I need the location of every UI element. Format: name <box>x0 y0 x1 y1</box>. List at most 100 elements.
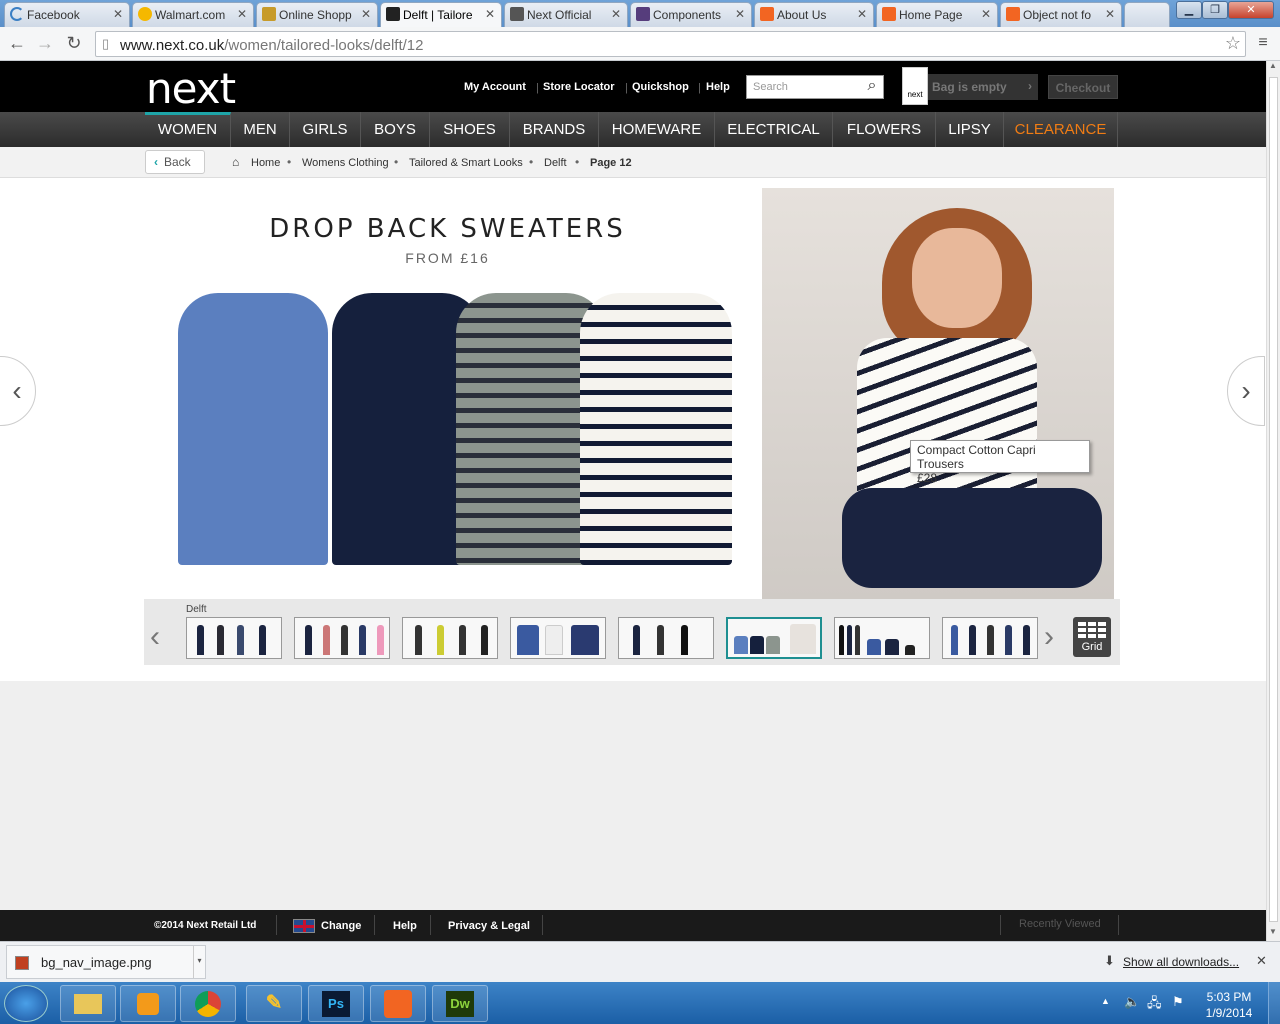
loading-spinner-icon <box>10 7 24 21</box>
start-button[interactable] <box>4 985 48 1022</box>
close-window-icon[interactable]: ✕ <box>1228 1 1274 19</box>
show-desktop-button[interactable] <box>1268 982 1280 1024</box>
clock-time: 5:03 PM <box>1206 990 1252 1004</box>
bag-status-button[interactable]: Bag is empty › <box>928 74 1038 100</box>
help-link[interactable]: Help <box>706 81 730 93</box>
thumbnail-6-selected[interactable] <box>726 617 822 659</box>
hero-promo-image[interactable]: DROP BACK SWEATERS FROM £16 <box>150 188 762 599</box>
tab-close-icon[interactable]: ✕ <box>857 7 867 21</box>
nav-lipsy[interactable]: LIPSY <box>936 112 1004 147</box>
uk-flag-icon[interactable] <box>293 919 315 933</box>
scroll-down-icon[interactable]: ▼ <box>1269 927 1277 936</box>
nav-clearance[interactable]: CLEARANCE <box>1004 112 1118 147</box>
restore-icon[interactable]: ❐ <box>1202 1 1228 19</box>
photoshop-icon[interactable]: Ps <box>308 985 364 1022</box>
nav-boys[interactable]: BOYS <box>361 112 430 147</box>
tab-title: About Us <box>777 8 827 22</box>
tab-next-official[interactable]: Next Official ✕ <box>504 2 628 27</box>
nav-women[interactable]: WOMEN <box>145 112 231 147</box>
tab-walmart[interactable]: Walmart.com ✕ <box>132 2 254 27</box>
model-photo[interactable] <box>762 188 1114 599</box>
action-center-flag-icon[interactable]: ⚑ <box>1172 994 1184 1010</box>
close-downloads-icon[interactable]: ✕ <box>1256 953 1267 969</box>
tab-facebook[interactable]: Facebook ✕ <box>4 2 130 27</box>
nav-flowers[interactable]: FLOWERS <box>833 112 936 147</box>
tab-delft[interactable]: Delft | Tailore ✕ <box>380 2 502 27</box>
next-slide-button[interactable]: › <box>1227 356 1265 426</box>
tab-close-icon[interactable]: ✕ <box>361 7 371 21</box>
footer-help-link[interactable]: Help <box>393 920 417 932</box>
show-all-downloads-link[interactable]: Show all downloads... <box>1123 955 1239 969</box>
back-button[interactable]: ‹ Back <box>145 150 205 174</box>
grid-view-button[interactable]: Grid <box>1073 617 1111 657</box>
breadcrumb-womens-clothing[interactable]: Womens Clothing <box>302 157 389 169</box>
tab-close-icon[interactable]: ✕ <box>1105 7 1115 21</box>
chrome-icon[interactable] <box>180 985 236 1022</box>
tab-close-icon[interactable]: ✕ <box>237 7 247 21</box>
checkout-button[interactable]: Checkout <box>1048 75 1118 99</box>
vertical-scrollbar[interactable]: ▲ ▼ <box>1266 61 1280 941</box>
tab-close-icon[interactable]: ✕ <box>113 7 123 21</box>
network-icon[interactable]: 🖧 <box>1147 994 1162 1016</box>
thumbnail-5[interactable] <box>618 617 714 659</box>
scroll-up-icon[interactable]: ▲ <box>1269 61 1277 70</box>
thumbnail-1[interactable] <box>186 617 282 659</box>
tab-close-icon[interactable]: ✕ <box>611 7 621 21</box>
tab-close-icon[interactable]: ✕ <box>735 7 745 21</box>
back-arrow-icon[interactable]: ← <box>6 32 28 54</box>
prev-slide-button[interactable]: ‹ <box>0 356 36 426</box>
recently-viewed-link[interactable]: Recently Viewed <box>1019 918 1101 930</box>
breadcrumb-tailored[interactable]: Tailored & Smart Looks <box>409 157 523 169</box>
reload-icon[interactable]: ↻ <box>63 32 85 54</box>
nav-homeware[interactable]: HOMEWARE <box>599 112 715 147</box>
address-bar[interactable]: ▯ www.next.co.uk/women/tailored-looks/de… <box>95 31 1246 57</box>
thumbnail-8[interactable] <box>942 617 1038 659</box>
thumbnail-2[interactable] <box>294 617 390 659</box>
notepad-plus-icon[interactable]: ✎ <box>246 985 302 1022</box>
show-hidden-icons-icon[interactable]: ▲ <box>1101 996 1110 1006</box>
store-locator-link[interactable]: Store Locator <box>543 81 615 93</box>
thumbnail-3[interactable] <box>402 617 498 659</box>
tab-online-shopping[interactable]: Online Shopp ✕ <box>256 2 378 27</box>
search-icon[interactable]: ⌕ <box>862 77 882 97</box>
download-item[interactable]: bg_nav_image.png ▾ <box>6 945 206 979</box>
file-explorer-icon[interactable] <box>60 985 116 1022</box>
tab-close-icon[interactable]: ✕ <box>485 7 495 21</box>
home-icon[interactable]: ⌂ <box>232 155 239 169</box>
bookmark-star-icon[interactable]: ☆ <box>1225 33 1241 54</box>
nav-men[interactable]: MEN <box>231 112 290 147</box>
change-country-link[interactable]: Change <box>321 920 361 932</box>
tab-components[interactable]: Components ✕ <box>630 2 752 27</box>
breadcrumb-delft[interactable]: Delft <box>544 157 567 169</box>
chrome-menu-icon[interactable]: ≡ <box>1252 32 1274 54</box>
my-account-link[interactable]: My Account <box>464 81 526 93</box>
thumbnail-4[interactable] <box>510 617 606 659</box>
tab-about-us[interactable]: About Us ✕ <box>754 2 874 27</box>
tab-home-page[interactable]: Home Page ✕ <box>876 2 998 27</box>
carousel-next-icon[interactable]: › <box>1044 620 1054 654</box>
volume-icon[interactable]: 🔈 <box>1124 994 1140 1010</box>
nav-brands[interactable]: BRANDS <box>510 112 599 147</box>
nav-shoes[interactable]: SHOES <box>430 112 510 147</box>
download-options-icon[interactable]: ▾ <box>193 946 205 978</box>
system-clock[interactable]: 5:03 PM 1/9/2014 <box>1194 989 1264 1021</box>
shopping-bag-icon[interactable]: next <box>902 67 928 105</box>
breadcrumb-home[interactable]: Home <box>251 157 280 169</box>
xampp-icon[interactable] <box>370 985 426 1022</box>
scroll-thumb[interactable] <box>1269 77 1278 922</box>
thumbnail-7[interactable] <box>834 617 930 659</box>
dreamweaver-icon[interactable]: Dw <box>432 985 488 1022</box>
next-logo[interactable]: next <box>146 64 236 113</box>
tab-close-icon[interactable]: ✕ <box>981 7 991 21</box>
new-tab-button[interactable] <box>1124 2 1170 27</box>
minimize-icon[interactable]: ▁ <box>1176 1 1202 19</box>
divider: | <box>625 82 628 94</box>
carousel-prev-icon[interactable]: ‹ <box>150 620 160 654</box>
media-player-icon[interactable] <box>120 985 176 1022</box>
nav-girls[interactable]: GIRLS <box>290 112 361 147</box>
privacy-legal-link[interactable]: Privacy & Legal <box>448 920 530 932</box>
nav-electrical[interactable]: ELECTRICAL <box>715 112 833 147</box>
forward-arrow-icon[interactable]: → <box>34 32 56 54</box>
tab-object-not-found[interactable]: Object not fo ✕ <box>1000 2 1122 27</box>
quickshop-link[interactable]: Quickshop <box>632 81 689 93</box>
